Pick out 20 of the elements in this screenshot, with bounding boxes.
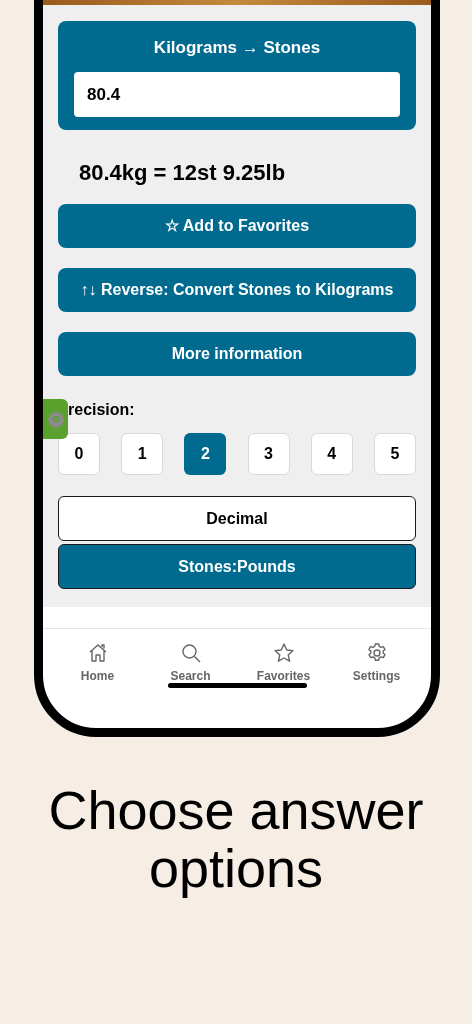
tab-item[interactable]: Home — [57, 641, 138, 685]
tab-item[interactable]: Favorites — [243, 641, 324, 685]
action-button[interactable]: More information — [58, 331, 416, 376]
format-option[interactable]: Stones:Pounds — [58, 544, 416, 589]
converter-title: Kilograms → Stones — [153, 37, 321, 59]
precision-option[interactable]: 4 — [310, 433, 353, 475]
action-button[interactable]: ↑↓ Reverse: Convert Stones to Kilograms — [58, 267, 416, 312]
tab-item[interactable]: Settings — [336, 641, 417, 685]
headline: Choose answer options — [47, 781, 425, 897]
format-option[interactable]: Decimal — [58, 496, 416, 541]
precision-option[interactable]: 3 — [247, 433, 290, 475]
precision-option[interactable]: 2 — [184, 433, 227, 475]
tab-item[interactable]: Search — [150, 641, 231, 685]
input-field[interactable]: 80.4 — [74, 72, 400, 117]
precision-label: recision: — [68, 400, 135, 421]
action-button[interactable]: ☆ Add to Favorites — [58, 203, 416, 248]
precision-option[interactable]: 1 — [121, 433, 164, 475]
precision-option[interactable]: 0 — [58, 433, 100, 475]
precision-option[interactable]: 5 — [373, 433, 416, 475]
result-text: 80.4kg = 12st 9.25lb — [79, 159, 287, 186]
